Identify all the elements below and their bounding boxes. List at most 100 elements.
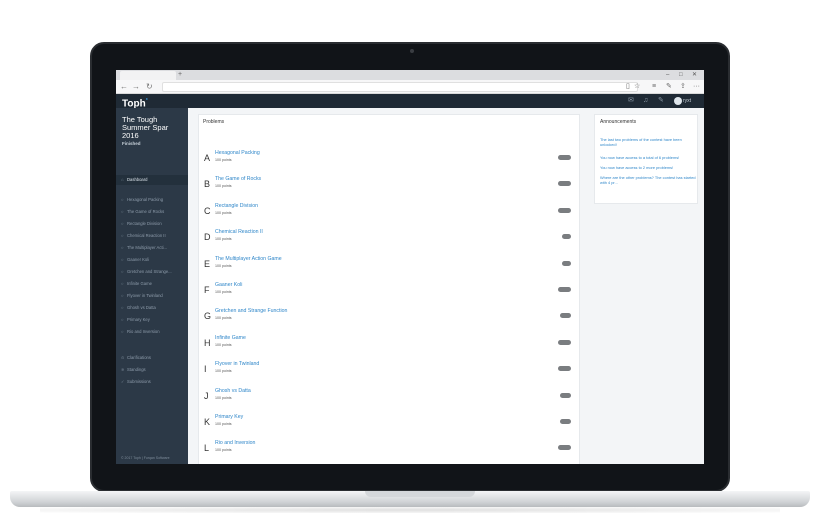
problem-letter: D (204, 232, 211, 243)
mail-icon[interactable]: ✉ (628, 96, 634, 106)
sidebar-item[interactable]: ○ The Game of Rocks (116, 207, 188, 217)
status-badge (558, 366, 571, 372)
sidebar-item-label: Clarifications (127, 355, 151, 360)
problem-row[interactable]: A Hexagonal Packing 100 points (199, 145, 581, 171)
sidebar-item[interactable]: ○ Hexagonal Packing (116, 195, 188, 205)
sidebar-item-label: Rectangle Division (127, 221, 162, 226)
edit-icon[interactable]: ✎ (658, 96, 664, 106)
sidebar-item[interactable]: ○ Rectangle Division (116, 219, 188, 229)
hub-icon[interactable]: ≡ (652, 81, 656, 93)
problem-row[interactable]: F Gaaner Koli 100 points (199, 277, 581, 303)
problem-link[interactable]: Gretchen and Strange Function (215, 308, 287, 314)
avatar[interactable] (674, 97, 682, 105)
problems-panel: Problems A Hexagonal Packing 100 points B Th… (198, 114, 580, 464)
sidebar-item[interactable]: ✓ Submissions (116, 377, 188, 387)
sidebar-item-label: Gaaner Koli (127, 257, 150, 262)
problem-letter: I (204, 364, 207, 375)
status-badge (562, 260, 571, 266)
problem-link[interactable]: Infinite Game (215, 335, 246, 341)
reload-button[interactable]: ↻ (146, 81, 153, 93)
sidebar-item[interactable]: ○ Gaaner Koli (116, 255, 188, 265)
problem-row[interactable]: G Gretchen and Strange Function 100 points (199, 303, 581, 329)
status-badge (562, 234, 571, 240)
sidebar-item[interactable]: ○ Infinite Game (116, 279, 188, 289)
url-input[interactable] (162, 82, 638, 92)
status-badge (558, 287, 571, 292)
problem-row[interactable]: L Rio and Inversion 100 points (199, 435, 581, 461)
problem-points: 100 points (215, 210, 232, 215)
announcement-link[interactable]: Where are the other problems? The contes… (600, 175, 696, 185)
status-badge (558, 155, 571, 160)
problem-link[interactable]: Hexagonal Packing (215, 150, 260, 156)
status-badge (558, 445, 571, 451)
status-badge (560, 392, 571, 398)
sidebar-item-label: The Multiplayer Acti... (127, 245, 168, 250)
share-icon[interactable]: ⇪ (680, 81, 686, 93)
sidebar-item[interactable]: ○ The Multiplayer Acti... (116, 243, 188, 253)
screen: + – □ ✕ ← → ↻ ▯ ☆ ≡ ✎ ⇪ ··· Toph° ✉ ♫ ✎ … (116, 70, 704, 464)
sidebar-item-label: Flyover in Twinland (127, 293, 163, 298)
announcements-panel: Announcements The last two problems of t… (594, 114, 698, 204)
maximize-button[interactable]: □ (679, 70, 683, 80)
forward-button[interactable]: → (132, 81, 140, 93)
sidebar-item-label: Standings (127, 367, 146, 372)
sidebar-item[interactable]: ○ Chemical Reaction II (116, 231, 188, 241)
problem-letter: L (204, 443, 210, 454)
problem-letter: K (204, 417, 211, 427)
problem-link[interactable]: Chemical Reaction II (215, 229, 263, 235)
problem-link[interactable]: Flyover in Twinland (215, 361, 259, 367)
problem-points: 100 points (215, 448, 232, 453)
problem-link[interactable]: Primary Key (215, 414, 243, 420)
favorite-star-icon[interactable]: ☆ (634, 81, 640, 93)
problem-row[interactable]: K Primary Key 100 points (199, 409, 581, 435)
laptop-shadow (40, 507, 780, 513)
announcement-link[interactable]: The last two problems of the contest hav… (600, 137, 696, 147)
problem-row[interactable]: J Ghosh vs Datta 100 points (199, 383, 581, 409)
sidebar-item-label: Hexagonal Packing (127, 197, 164, 202)
close-window-button[interactable]: ✕ (692, 70, 697, 80)
problem-row[interactable]: H Infinite Game 100 points (199, 330, 581, 356)
notes-icon[interactable]: ✎ (666, 81, 672, 93)
problem-link[interactable]: Rectangle Division (215, 203, 258, 209)
problems-heading: Problems (203, 119, 225, 125)
sidebar-item[interactable]: ⊙ Clarifications (116, 353, 188, 363)
problem-points: 100 points (215, 263, 232, 268)
bell-icon[interactable]: ♫ (643, 96, 648, 106)
announcement-link[interactable]: You now have access to 2 more problems! (600, 165, 696, 170)
status-badge (558, 181, 571, 187)
problem-points: 100 points (215, 316, 232, 321)
problem-row[interactable]: I Flyover in Twinland 100 points (199, 356, 581, 382)
browser-tabbar: + – □ ✕ (116, 70, 704, 80)
problem-letter: J (204, 390, 209, 401)
sidebar-item[interactable]: ≋ Standings (116, 365, 188, 375)
sidebar-item-dashboard[interactable]: ⌂ Dashboard (116, 175, 188, 185)
back-button[interactable]: ← (120, 81, 128, 93)
reading-view-icon[interactable]: ▯ (626, 81, 630, 93)
problem-row[interactable]: B The Game of Rocks 100 points (199, 171, 581, 197)
sidebar-item[interactable]: ○ Primary Key (116, 315, 188, 325)
sidebar-item-label: Dashboard (127, 177, 148, 182)
problem-link[interactable]: Gaaner Koli (215, 282, 242, 288)
announcement-link[interactable]: You now have access to a total of 6 prob… (600, 155, 696, 160)
problem-points: 100 points (215, 237, 232, 242)
browser-addressbar: ← → ↻ ▯ ☆ ≡ ✎ ⇪ ··· (116, 80, 704, 94)
problem-link[interactable]: Ghosh vs Datta (215, 388, 251, 394)
sidebar-item[interactable]: ○ Rio and Inversion (116, 327, 188, 337)
problem-row[interactable]: D Chemical Reaction II 100 points (199, 224, 581, 250)
problem-row[interactable]: E The Multiplayer Action Game 100 points (199, 251, 581, 277)
sidebar-item[interactable]: ○ Ghosh vs Datta (116, 303, 188, 313)
sidebar-item[interactable]: ○ Gretchen and Strange... (116, 267, 188, 277)
problem-link[interactable]: Rio and Inversion (215, 440, 255, 446)
username[interactable]: ryxt (683, 97, 691, 105)
sidebar-item-label: Primary Key (127, 317, 150, 322)
problem-link[interactable]: The Multiplayer Action Game (215, 256, 282, 262)
problem-points: 100 points (215, 369, 232, 374)
more-icon[interactable]: ··· (693, 81, 700, 93)
problem-row[interactable]: C Rectangle Division 100 points (199, 198, 581, 224)
problem-letter: G (204, 311, 212, 322)
minimize-button[interactable]: – (666, 70, 669, 80)
new-tab-button[interactable]: + (178, 70, 182, 79)
sidebar-item[interactable]: ○ Flyover in Twinland (116, 291, 188, 301)
browser-tab[interactable] (120, 71, 176, 80)
problem-link[interactable]: The Game of Rocks (215, 176, 261, 182)
